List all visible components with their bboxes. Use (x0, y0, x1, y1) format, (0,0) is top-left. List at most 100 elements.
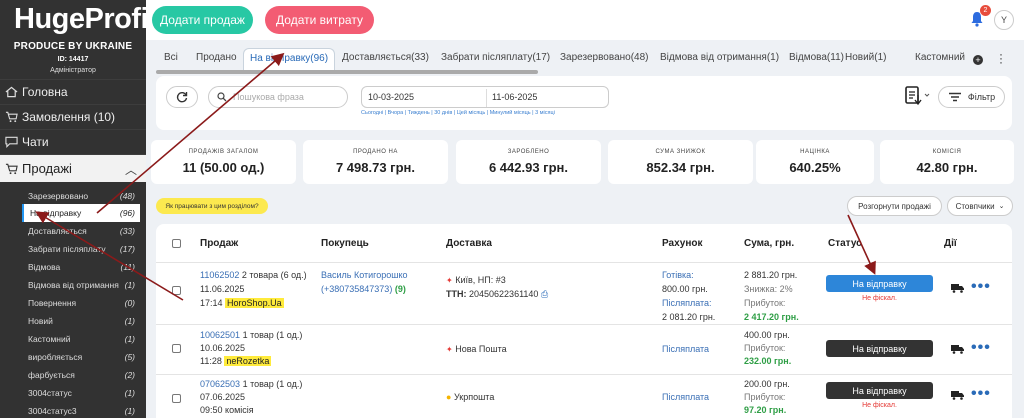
col-sale[interactable]: Продаж (200, 238, 238, 249)
delivery-address: Київ, НП: #3 (455, 275, 506, 285)
nav-home[interactable]: Головна (0, 79, 146, 104)
buyer-name-link[interactable]: Василь Котигорошко (321, 270, 408, 280)
tab-sold[interactable]: Продано (196, 52, 237, 63)
refresh-button[interactable] (166, 86, 198, 108)
sub-label: На відправку (30, 208, 82, 218)
col-sum[interactable]: Сума, грн. (744, 238, 794, 249)
sidebar-item-producing[interactable]: виробляється (5) (22, 348, 140, 366)
add-expense-button[interactable]: Додати витрату (265, 6, 374, 34)
sale-id-link[interactable]: 10062501 (200, 330, 240, 340)
sidebar-item-status3004[interactable]: 3004статус (1) (22, 384, 140, 402)
table-row[interactable]: 07062503 1 товар (1 од.) 07.06.2025 09:5… (156, 374, 1012, 418)
nav-orders[interactable]: Замовлення (10) (0, 104, 146, 129)
profit-label: Прибуток: (744, 392, 786, 402)
tab-to-ship[interactable]: На відправку(96) (243, 48, 336, 70)
payment-method-1[interactable]: Готівка: (662, 270, 694, 280)
payment-method-2[interactable]: Післяплата: (662, 298, 712, 308)
col-buyer[interactable]: Покупець (321, 238, 369, 249)
tab-delivering[interactable]: Доставляється(33) (342, 52, 429, 63)
nav-chats[interactable]: Чати (0, 129, 146, 154)
more-horizontal-icon[interactable]: ••• (971, 279, 991, 295)
profit-label: Прибуток: (744, 298, 786, 308)
nav-home-label: Головна (22, 85, 68, 99)
truck-icon[interactable] (951, 283, 965, 293)
tab-reserved[interactable]: Зарезервовано(48) (560, 52, 649, 63)
col-account[interactable]: Рахунок (662, 238, 703, 249)
sidebar-item-status3004-3[interactable]: 3004статус3 (1) (22, 402, 140, 418)
tab-refused[interactable]: Відмова(11) (789, 52, 844, 63)
sale-time: 17:14 (200, 298, 223, 308)
avatar[interactable]: Y (994, 10, 1014, 30)
filter-panel: Пошукова фраза 10-03-2025 11-06-2025 Сьо… (156, 76, 1012, 130)
sub-label: Забрати післяплату (28, 244, 106, 254)
columns-button[interactable]: Стовпчики ⌄ (947, 196, 1013, 216)
add-tab-icon[interactable]: + (973, 55, 983, 65)
buyer-phone[interactable]: (+380735847373) (321, 284, 392, 294)
table-row[interactable]: 10062501 1 товар (1 од.) 10.06.2025 11:2… (156, 324, 1012, 374)
tab-cod[interactable]: Забрати післяплату(17) (441, 52, 550, 63)
sale-id-link[interactable]: 07062503 (200, 379, 240, 389)
help-hint-button[interactable]: Як працювати з цим розділом? (156, 198, 268, 214)
status-badge[interactable]: На відправку (826, 340, 933, 357)
quick-date-links[interactable]: Сьогодні | Вчора | Тиждень | 30 днів | Ц… (361, 110, 555, 116)
payment-amount-1: 800.00 грн. (662, 284, 708, 294)
filter-label: Фільтр (967, 92, 996, 102)
sidebar-item-new[interactable]: Новий (1) (22, 312, 140, 330)
tab-refused-receipt[interactable]: Відмова від отримання(1) (660, 52, 779, 63)
sidebar-item-reserved[interactable]: Зарезервовано (48) (22, 187, 140, 205)
sidebar-item-painting[interactable]: фарбується (2) (22, 366, 140, 384)
more-horizontal-icon[interactable]: ••• (971, 386, 991, 402)
home-icon (5, 86, 18, 98)
payment-method-1[interactable]: Післяплата (662, 344, 709, 354)
sidebar-item-cod[interactable]: Забрати післяплату (17) (22, 240, 140, 258)
sub-label: Доставляється (28, 226, 87, 236)
sidebar-item-custom[interactable]: Кастомний (1) (22, 330, 140, 348)
sale-id-link[interactable]: 11062502 (200, 270, 239, 280)
sidebar-item-delivering[interactable]: Доставляється (33) (22, 222, 140, 240)
sidebar-item-to-ship[interactable]: На відправку (96) (22, 204, 140, 222)
row-checkbox[interactable] (172, 344, 181, 353)
status-badge[interactable]: На відправку (826, 275, 933, 292)
row-checkbox[interactable] (172, 394, 181, 403)
fiscal-note: Не фіскал. (862, 402, 897, 409)
tab-custom[interactable]: Кастомний (915, 52, 965, 63)
select-all-checkbox[interactable] (172, 239, 181, 248)
notification-badge: 2 (980, 5, 991, 16)
tab-all[interactable]: Всі (164, 52, 178, 63)
sub-count: (11) (120, 262, 136, 272)
col-status[interactable]: Статус (828, 238, 862, 249)
expand-sales-button[interactable]: Розгорнути продажі (847, 196, 942, 216)
more-vertical-icon[interactable]: · · · (999, 48, 1003, 68)
sub-label: Кастомний (28, 334, 71, 344)
sidebar-item-refused-receipt[interactable]: Відмова від отримання (1) (22, 276, 140, 294)
table-row[interactable]: 11062502 2 товара (6 од.) 11.06.2025 17:… (156, 262, 1012, 324)
sale-date: 11.06.2025 (200, 284, 245, 294)
more-horizontal-icon[interactable]: ••• (971, 340, 991, 356)
sidebar-item-refused[interactable]: Відмова (11) (22, 258, 140, 276)
tab-new[interactable]: Новий(1) (845, 52, 887, 63)
stat-label: СУМА ЗНИЖОК (655, 149, 706, 155)
nav-sales-label: Продажі (22, 161, 72, 176)
col-delivery[interactable]: Доставка (446, 238, 492, 249)
truck-icon[interactable] (951, 344, 965, 354)
export-icon[interactable] (903, 84, 931, 108)
ttn-number[interactable]: 20450622361140 (469, 289, 538, 299)
chevron-up-icon[interactable]: ︿ (125, 161, 137, 178)
sidebar-item-returns[interactable]: Повернення (0) (22, 294, 140, 312)
fiscal-note: Не фіскал. (862, 295, 897, 302)
date-range-input[interactable]: 10-03-2025 11-06-2025 (361, 86, 609, 108)
add-sale-button[interactable]: Додати продаж (152, 6, 253, 34)
date-to[interactable]: 11-06-2025 (492, 92, 537, 102)
printer-icon[interactable]: ⎙ (541, 289, 548, 299)
date-from[interactable]: 10-03-2025 (368, 92, 414, 102)
status-badge[interactable]: На відправку (826, 382, 933, 399)
delivery-method: Укрпошта (453, 392, 495, 402)
row-checkbox[interactable] (172, 286, 181, 295)
filter-button[interactable]: Фільтр (938, 86, 1005, 108)
payment-method-1[interactable]: Післяплата (662, 392, 709, 402)
tabs-scrollbar[interactable] (156, 70, 538, 74)
stat-card-markup: НАЦІНКА 640.25% (756, 140, 874, 184)
search-input[interactable]: Пошукова фраза (208, 86, 348, 108)
nav-sales[interactable]: Продажі ︿ (0, 154, 146, 182)
truck-icon[interactable] (951, 390, 965, 400)
